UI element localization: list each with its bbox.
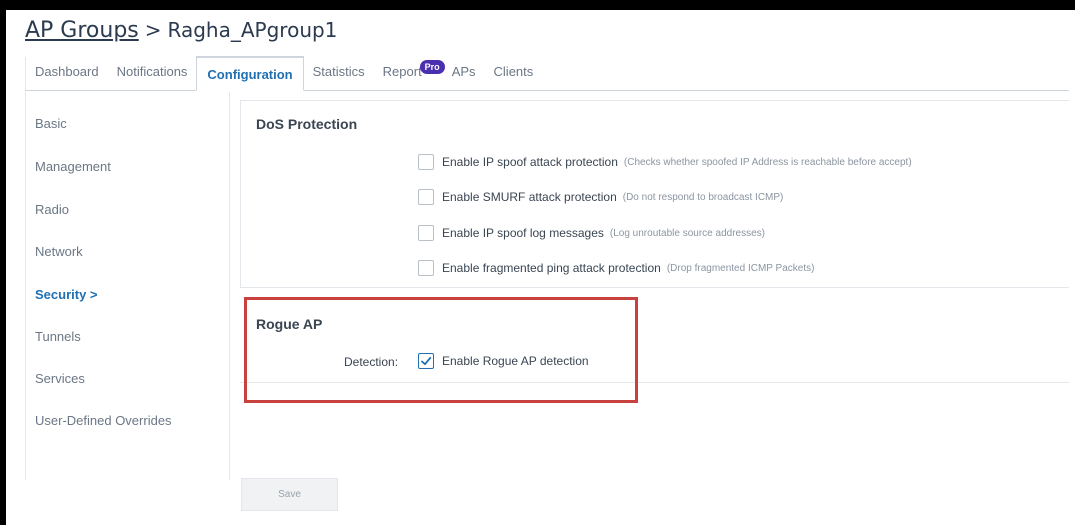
sidebar-item-network[interactable]: Network (35, 244, 83, 259)
tab-notifications[interactable]: Notifications (108, 57, 197, 90)
sidebar-item-tunnels[interactable]: Tunnels (35, 329, 81, 344)
rogue-ap-section (240, 295, 1069, 383)
sidebar: Basic Management Radio Network Security … (25, 92, 230, 480)
ip-spoof-attack-checkbox[interactable] (418, 154, 434, 170)
sidebar-item-security[interactable]: Security > (35, 287, 98, 302)
sidebar-item-basic[interactable]: Basic (35, 116, 67, 131)
breadcrumb-ap-groups-link[interactable]: AP Groups (25, 18, 139, 43)
ip-spoof-log-hint: (Log unroutable source addresses) (609, 227, 765, 239)
option-ip-spoof-log: Enable IP spoof log messages (Log unrout… (418, 225, 765, 241)
option-fragmented-ping: Enable fragmented ping attack protection… (418, 260, 814, 276)
breadcrumb: AP Groups > Ragha_APgroup1 (25, 18, 337, 50)
rogue-ap-title: Rogue AP (256, 316, 323, 332)
ip-spoof-log-checkbox[interactable] (418, 225, 434, 241)
tab-report-label: Report (382, 64, 422, 79)
tab-report[interactable]: Report Pro (374, 57, 445, 90)
breadcrumb-separator: > (144, 18, 162, 42)
option-ip-spoof-attack: Enable IP spoof attack protection (Check… (418, 154, 912, 170)
tab-dashboard[interactable]: Dashboard (25, 57, 108, 90)
ip-spoof-log-label: Enable IP spoof log messages (442, 226, 604, 240)
tab-aps[interactable]: APs (443, 57, 485, 90)
smurf-attack-label: Enable SMURF attack protection (442, 190, 617, 204)
option-rogue-ap-detection: Enable Rogue AP detection (418, 353, 589, 369)
check-icon (421, 356, 432, 366)
smurf-attack-hint: (Do not respond to broadcast ICMP) (622, 191, 784, 203)
fragmented-ping-checkbox[interactable] (418, 260, 434, 276)
sidebar-item-radio[interactable]: Radio (35, 202, 69, 217)
ip-spoof-attack-label: Enable IP spoof attack protection (442, 155, 618, 169)
rogue-ap-detection-checkbox[interactable] (418, 353, 434, 369)
ip-spoof-attack-hint: (Checks whether spoofed IP Address is re… (623, 156, 912, 168)
fragmented-ping-hint: (Drop fragmented ICMP Packets) (666, 262, 815, 274)
sidebar-item-management[interactable]: Management (35, 159, 111, 174)
sidebar-item-services[interactable]: Services (35, 371, 85, 386)
sidebar-item-user-defined-overrides[interactable]: User-Defined Overrides (35, 413, 172, 428)
dos-protection-title: DoS Protection (256, 116, 358, 132)
option-smurf-attack: Enable SMURF attack protection (Do not r… (418, 189, 783, 205)
tab-configuration[interactable]: Configuration (196, 56, 304, 91)
window-left-edge (0, 0, 6, 525)
page-title: Ragha_APgroup1 (167, 18, 338, 42)
tab-bar: Dashboard Notifications Configuration St… (25, 55, 1069, 91)
smurf-attack-checkbox[interactable] (418, 189, 434, 205)
fragmented-ping-label: Enable fragmented ping attack protection (442, 261, 661, 275)
pro-badge: Pro (419, 60, 445, 74)
save-button[interactable]: Save (241, 478, 338, 511)
tab-clients[interactable]: Clients (485, 57, 543, 90)
tab-statistics[interactable]: Statistics (304, 57, 374, 90)
rogue-ap-detection-label: Enable Rogue AP detection (442, 354, 589, 368)
detection-label: Detection: (344, 355, 399, 369)
